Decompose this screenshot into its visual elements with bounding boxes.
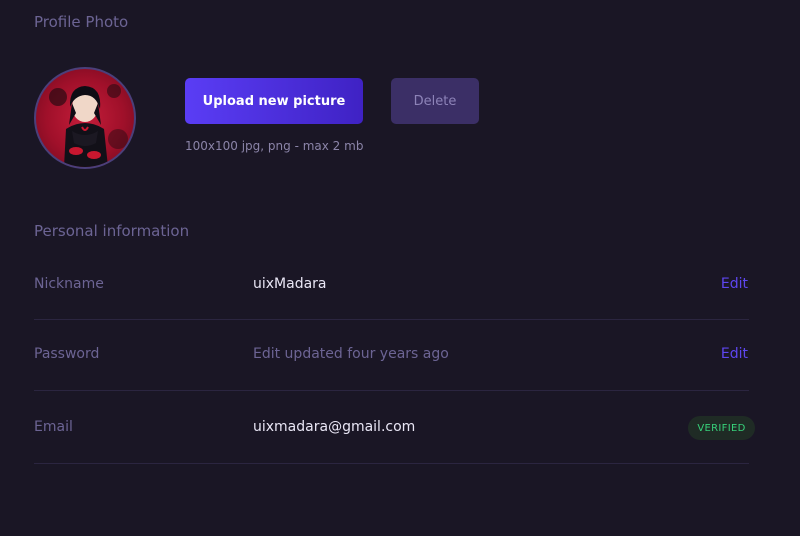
password-label: Password <box>34 346 100 362</box>
profile-photo-heading: Profile Photo <box>34 13 129 31</box>
delete-picture-button[interactable]: Delete <box>391 78 479 124</box>
email-value: uixmadara@gmail.com <box>253 419 416 435</box>
password-updated-text: Edit updated four years ago <box>253 346 449 362</box>
upload-hint: 100x100 jpg, png - max 2 mb <box>185 139 364 153</box>
row-divider <box>34 463 749 464</box>
edit-password-link[interactable]: Edit <box>721 346 748 362</box>
nickname-value: uixMadara <box>253 276 327 292</box>
email-label: Email <box>34 419 73 435</box>
upload-new-picture-button[interactable]: Upload new picture <box>185 78 363 124</box>
nickname-label: Nickname <box>34 276 104 292</box>
row-divider <box>34 319 749 320</box>
avatar-illustration <box>49 84 128 167</box>
verified-badge: VERIFIED <box>688 416 755 440</box>
personal-information-heading: Personal information <box>34 222 190 240</box>
row-divider <box>34 390 749 391</box>
account-settings-page: Profile Photo Upload new picture Delete … <box>0 0 800 536</box>
avatar <box>34 67 136 169</box>
edit-nickname-link[interactable]: Edit <box>721 276 748 292</box>
